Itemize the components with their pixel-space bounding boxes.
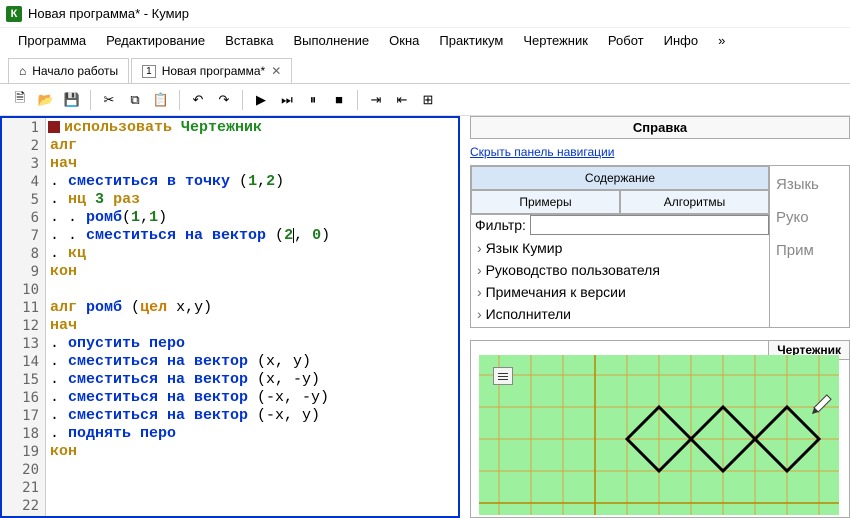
code-line-7[interactable]: . . сместиться на вектор (2, 0) (50, 227, 454, 245)
document-tabs: ⌂ Начало работы 1 Новая программа* ✕ (0, 54, 850, 84)
code-line-12[interactable]: нач (50, 317, 454, 335)
code-line-14[interactable]: . сместиться на вектор (x, y) (50, 353, 454, 371)
step-button[interactable]: ⏭ (275, 88, 299, 112)
help-tree: Язык КумирРуководство пользователяПримеч… (471, 235, 769, 327)
menu-5[interactable]: Практикум (431, 29, 511, 52)
code-line-10[interactable] (50, 281, 454, 299)
step-icon: ⏭ (281, 92, 293, 108)
outdent-icon: ⇤ (397, 92, 408, 108)
code-line-17[interactable]: . сместиться на вектор (-x, y) (50, 407, 454, 425)
ruler-button[interactable]: ⊞ (416, 88, 440, 112)
paste-icon: 📋 (153, 92, 169, 108)
tab-label: Начало работы (32, 64, 118, 78)
run-icon: ▶ (256, 92, 266, 108)
new-icon: 🗎 (15, 89, 25, 111)
tree-item-0[interactable]: Язык Кумир (475, 237, 765, 259)
redo-icon: ↷ (219, 92, 230, 108)
code-line-6[interactable]: . . ромб(1,1) (50, 209, 454, 227)
outdent-button[interactable]: ⇤ (390, 88, 414, 112)
help-link-1[interactable]: Руко (776, 209, 843, 226)
menubar: ПрограммаРедактированиеВставкаВыполнение… (0, 28, 850, 54)
menu-9[interactable]: » (710, 29, 733, 52)
help-link-0[interactable]: Языкь (776, 176, 843, 193)
code-area[interactable]: использовать Чертежникалгнач. сместиться… (46, 118, 458, 516)
pause-icon: ⏸ (310, 92, 317, 108)
code-line-20[interactable] (50, 461, 454, 479)
indent-icon: ⇥ (371, 92, 382, 108)
home-icon: ⌂ (19, 64, 26, 78)
cut-button[interactable]: ✂ (97, 88, 121, 112)
code-line-2[interactable]: алг (50, 137, 454, 155)
tree-item-1[interactable]: Руководство пользователя (475, 259, 765, 281)
tab-1[interactable]: 1 Новая программа* ✕ (131, 58, 292, 83)
code-line-4[interactable]: . сместиться в точку (1,2) (50, 173, 454, 191)
tree-item-2[interactable]: Примечания к версии (475, 281, 765, 303)
stop-button[interactable]: ■ (327, 88, 351, 112)
code-line-15[interactable]: . сместиться на вектор (x, -y) (50, 371, 454, 389)
line-gutter: 12345678910111213141516171819202122 (2, 118, 46, 516)
code-line-11[interactable]: алг ромб (цел x,y) (50, 299, 454, 317)
open-icon: 📂 (38, 92, 54, 108)
nav-contents-button[interactable]: Содержание (471, 166, 769, 190)
filter-input[interactable] (530, 215, 769, 235)
open-button[interactable]: 📂 (34, 88, 58, 112)
close-icon[interactable]: ✕ (271, 64, 281, 78)
breakpoint-icon[interactable] (48, 121, 60, 133)
drawing-canvas[interactable] (479, 355, 839, 515)
code-line-21[interactable] (50, 479, 454, 497)
save-icon: 💾 (64, 92, 80, 108)
menu-7[interactable]: Робот (600, 29, 652, 52)
new-button[interactable]: 🗎 (8, 88, 32, 112)
help-panel-title: Справка (470, 116, 850, 139)
menu-1[interactable]: Редактирование (98, 29, 213, 52)
help-content: Языкь Руко Прим (770, 165, 850, 328)
nav-examples-button[interactable]: Примеры (471, 190, 620, 214)
indent-button[interactable]: ⇥ (364, 88, 388, 112)
undo-button[interactable]: ↶ (186, 88, 210, 112)
app-icon: К (6, 6, 22, 22)
canvas-menu-button[interactable] (493, 367, 513, 385)
canvas-panel: Чертежник (470, 340, 850, 518)
nav-algorithms-button[interactable]: Алгоритмы (620, 190, 769, 214)
code-line-3[interactable]: нач (50, 155, 454, 173)
menu-3[interactable]: Выполнение (285, 29, 377, 52)
menu-6[interactable]: Чертежник (515, 29, 596, 52)
copy-icon: ⧉ (130, 92, 139, 108)
code-line-22[interactable] (50, 497, 454, 515)
paste-button[interactable]: 📋 (149, 88, 173, 112)
code-line-1[interactable]: использовать Чертежник (50, 119, 454, 137)
menu-8[interactable]: Инфо (656, 29, 706, 52)
help-link-2[interactable]: Прим (776, 242, 843, 259)
code-line-8[interactable]: . кц (50, 245, 454, 263)
menu-0[interactable]: Программа (10, 29, 94, 52)
titlebar: К Новая программа* - Кумир (0, 0, 850, 28)
save-button[interactable]: 💾 (60, 88, 84, 112)
toolbar: 🗎 📂 💾 ✂ ⧉ 📋 ↶ ↷ ▶ ⏭ ⏸ ■ ⇥ ⇤ ⊞ (0, 84, 850, 116)
filter-label: Фильтр: (471, 215, 530, 235)
menu-2[interactable]: Вставка (217, 29, 281, 52)
undo-icon: ↶ (193, 92, 204, 108)
tab-0[interactable]: ⌂ Начало работы (8, 58, 129, 83)
code-line-18[interactable]: . поднять перо (50, 425, 454, 443)
menu-4[interactable]: Окна (381, 29, 427, 52)
redo-button[interactable]: ↷ (212, 88, 236, 112)
code-editor[interactable]: 12345678910111213141516171819202122 испо… (0, 116, 460, 518)
ruler-icon: ⊞ (423, 92, 434, 108)
copy-button[interactable]: ⧉ (123, 88, 147, 112)
pause-button[interactable]: ⏸ (301, 88, 325, 112)
tree-item-3[interactable]: Исполнители (475, 303, 765, 325)
window-title: Новая программа* - Кумир (28, 6, 189, 21)
code-line-16[interactable]: . сместиться на вектор (-x, -y) (50, 389, 454, 407)
tab-label: Новая программа* (162, 64, 266, 78)
code-line-13[interactable]: . опустить перо (50, 335, 454, 353)
stop-icon: ■ (335, 92, 343, 107)
code-line-5[interactable]: . нц 3 раз (50, 191, 454, 209)
hide-nav-link[interactable]: Скрыть панель навигации (470, 141, 850, 165)
help-nav: Содержание Примеры Алгоритмы Фильтр: Язы… (470, 165, 770, 328)
code-line-19[interactable]: кон (50, 443, 454, 461)
code-line-9[interactable]: кон (50, 263, 454, 281)
tab-number: 1 (142, 65, 156, 78)
cut-icon: ✂ (104, 92, 115, 108)
run-button[interactable]: ▶ (249, 88, 273, 112)
